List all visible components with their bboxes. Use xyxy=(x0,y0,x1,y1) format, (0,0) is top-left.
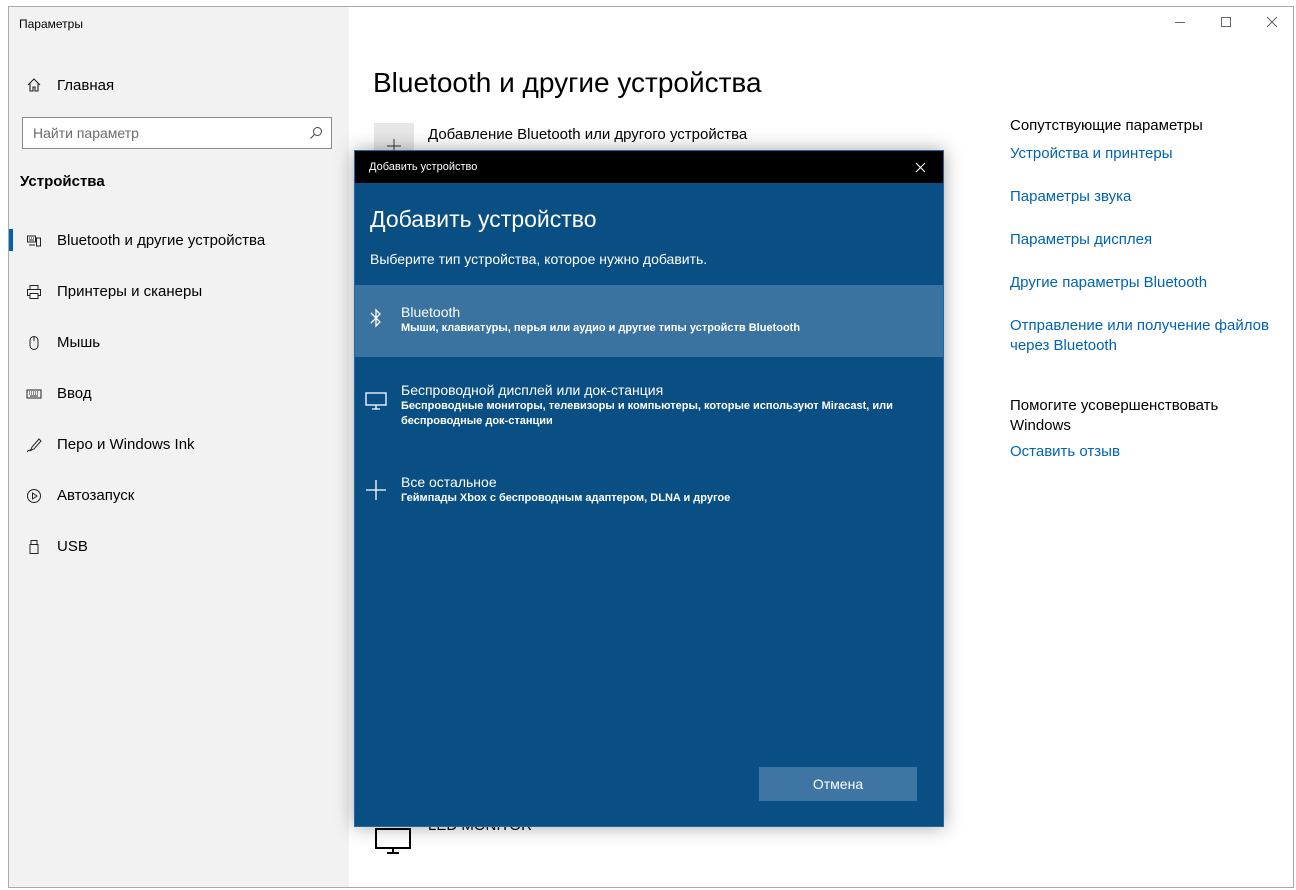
nav-list: Bluetooth и другие устройства Принтеры и… xyxy=(9,215,349,572)
option-text: Все остальное Геймпады Xbox с беспроводн… xyxy=(401,473,730,506)
sidebar-item-usb[interactable]: USB xyxy=(9,521,349,572)
nav-home[interactable]: Главная xyxy=(9,69,349,101)
sidebar-item-label: Автозапуск xyxy=(57,487,135,504)
dialog-heading: Добавить устройство xyxy=(370,206,597,232)
option-description: Геймпады Xbox с беспроводным адаптером, … xyxy=(401,492,731,504)
minimize-icon xyxy=(1175,22,1185,23)
dialog-subtitle: Выберите тип устройства, которое нужно д… xyxy=(370,251,708,267)
sidebar: Параметры Главная Устройства Bluetooth и… xyxy=(9,7,349,887)
option-text: Беспроводной дисплей или док-станция Бес… xyxy=(401,381,931,429)
plus-icon xyxy=(365,479,387,501)
dialog-close-button[interactable] xyxy=(897,151,943,183)
sidebar-item-printers[interactable]: Принтеры и сканеры xyxy=(9,266,349,317)
monitor-icon xyxy=(365,389,387,411)
pen-icon xyxy=(25,436,43,454)
section-title: Устройства xyxy=(20,173,105,190)
search-icon[interactable] xyxy=(301,126,331,140)
close-icon xyxy=(1266,16,1278,28)
mouse-icon xyxy=(25,334,43,352)
option-bluetooth[interactable]: Bluetooth Мыши, клавиатуры, перья или ау… xyxy=(355,285,943,357)
autoplay-icon xyxy=(25,487,43,505)
option-description: Мыши, клавиатуры, перья или аудио и друг… xyxy=(401,322,801,334)
dialog-titlebar-text: Добавить устройство xyxy=(369,161,478,173)
cancel-button[interactable]: Отмена xyxy=(759,767,917,801)
link-sound-settings[interactable]: Параметры звука xyxy=(1010,187,1280,207)
link-display-settings[interactable]: Параметры дисплея xyxy=(1010,230,1280,250)
link-devices-printers[interactable]: Устройства и принтеры xyxy=(1010,144,1280,164)
maximize-icon xyxy=(1221,17,1231,27)
sidebar-item-label: Перо и Windows Ink xyxy=(57,436,195,453)
sidebar-item-autoplay[interactable]: Автозапуск xyxy=(9,470,349,521)
option-description: Беспроводные мониторы, телевизоры и комп… xyxy=(401,400,893,427)
keyboard-icon xyxy=(25,385,43,403)
close-icon xyxy=(915,162,925,172)
close-button[interactable] xyxy=(1249,7,1293,37)
option-title: Беспроводной дисплей или док-станция xyxy=(401,382,664,398)
home-icon xyxy=(25,76,43,94)
search-box xyxy=(22,117,332,149)
link-more-bluetooth[interactable]: Другие параметры Bluetooth xyxy=(1010,273,1280,293)
sidebar-item-label: Bluetooth и другие устройства xyxy=(57,232,266,249)
sidebar-item-label: Ввод xyxy=(57,385,92,402)
bluetooth-devices-icon xyxy=(25,232,43,250)
add-device-dialog: Добавить устройство Добавить устройство … xyxy=(354,150,944,827)
link-bluetooth-file-transfer[interactable]: Отправление или получение файлов через B… xyxy=(1010,316,1280,356)
maximize-button[interactable] xyxy=(1203,7,1249,37)
sidebar-item-label: Мышь xyxy=(57,334,101,351)
sidebar-item-mouse[interactable]: Мышь xyxy=(9,317,349,368)
minimize-button[interactable] xyxy=(1157,7,1203,37)
related-heading: Сопутствующие параметры xyxy=(1010,117,1203,134)
bluetooth-icon xyxy=(365,307,387,329)
improve-heading: Помогите усовершенствовать Windows xyxy=(1010,397,1219,434)
option-wireless-display[interactable]: Беспроводной дисплей или док-станция Бес… xyxy=(355,375,943,445)
option-title: Все остальное xyxy=(401,474,497,490)
sidebar-item-label: Принтеры и сканеры xyxy=(57,283,203,300)
sidebar-item-typing[interactable]: Ввод xyxy=(9,368,349,419)
add-device-label: Добавление Bluetooth или другого устройс… xyxy=(428,125,748,143)
related-settings: Сопутствующие параметры Устройства и при… xyxy=(1010,117,1280,485)
sidebar-item-label: USB xyxy=(57,538,88,555)
dialog-titlebar: Добавить устройство xyxy=(355,151,943,183)
option-text: Bluetooth Мыши, клавиатуры, перья или ау… xyxy=(401,303,800,336)
usb-icon xyxy=(25,538,43,556)
window-controls xyxy=(1157,7,1293,39)
sidebar-item-bluetooth[interactable]: Bluetooth и другие устройства xyxy=(9,215,349,266)
nav-home-label: Главная xyxy=(57,76,115,94)
link-feedback[interactable]: Оставить отзыв xyxy=(1010,442,1280,462)
search-input[interactable] xyxy=(23,118,301,148)
printer-icon xyxy=(25,283,43,301)
option-everything-else[interactable]: Все остальное Геймпады Xbox с беспроводн… xyxy=(355,467,943,517)
page-title: Bluetooth и другие устройства xyxy=(373,67,762,98)
app-title: Параметры xyxy=(19,17,83,31)
option-title: Bluetooth xyxy=(401,304,461,320)
sidebar-item-pen[interactable]: Перо и Windows Ink xyxy=(9,419,349,470)
